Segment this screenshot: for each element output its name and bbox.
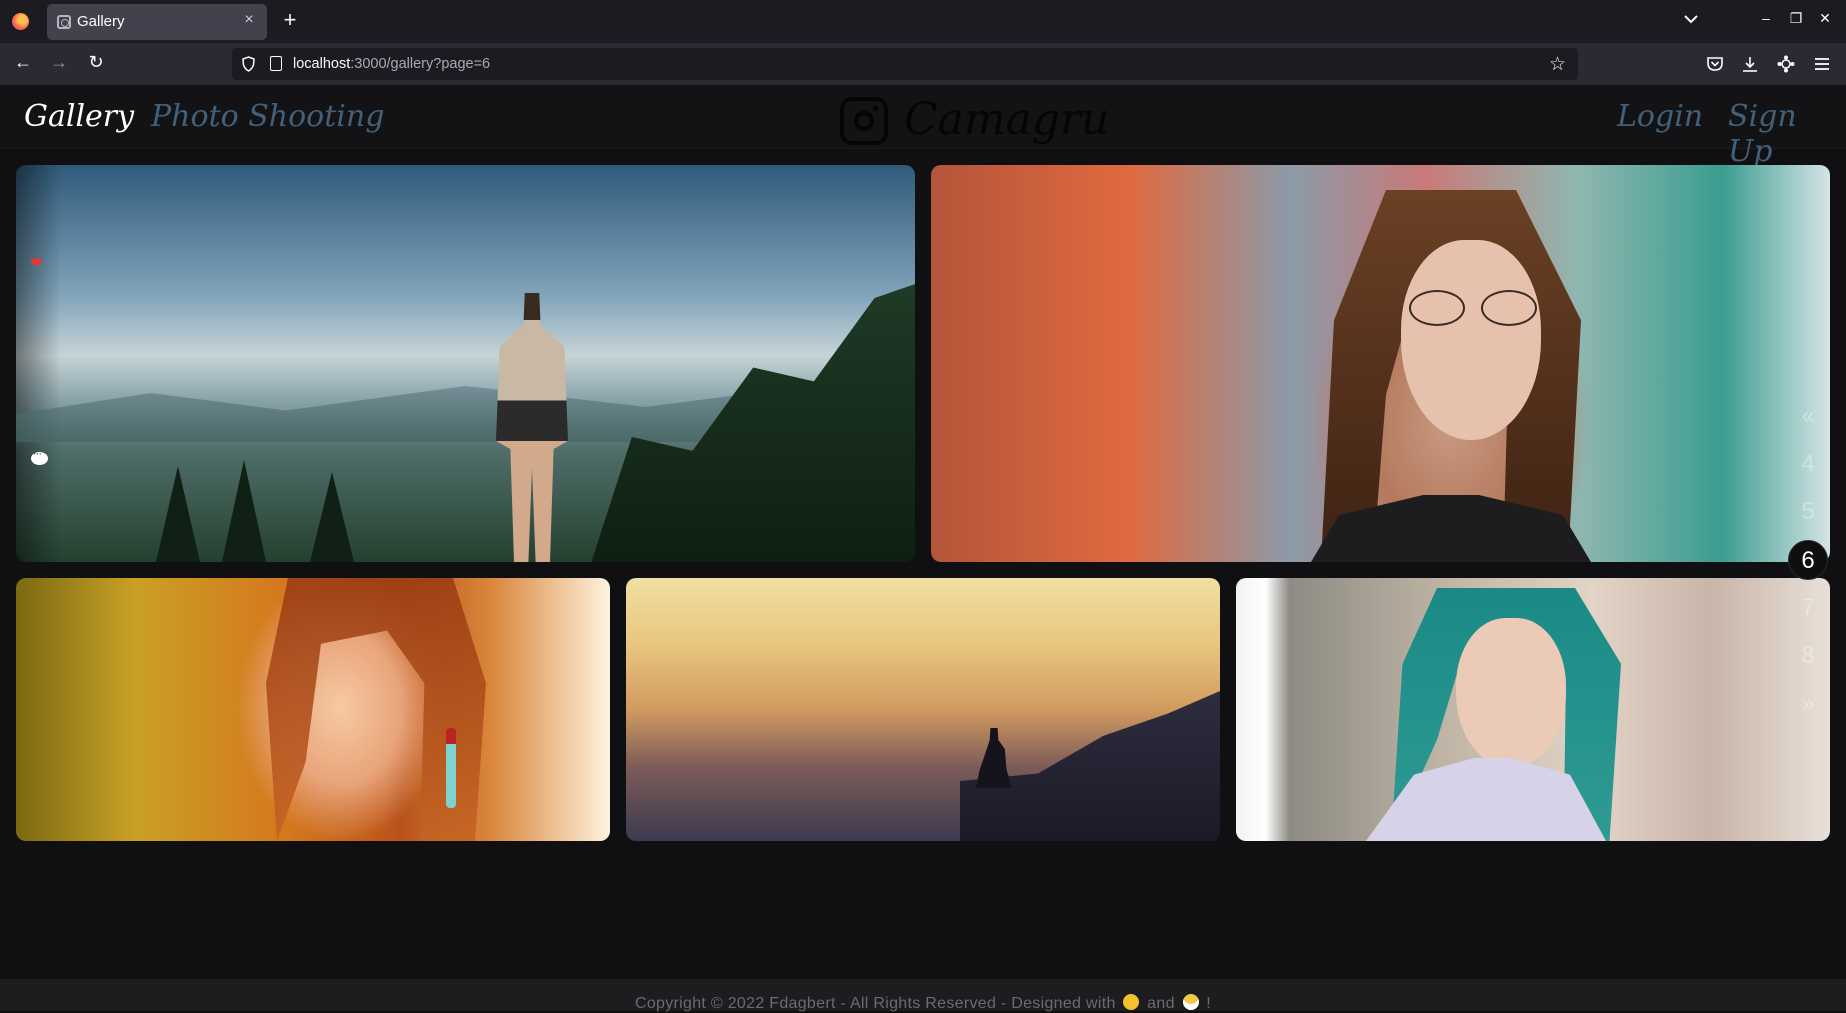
gallery-photo-woman-teal-hair[interactable]	[1236, 578, 1830, 841]
glasses	[1409, 290, 1537, 326]
earring	[446, 728, 456, 808]
camera-logo-icon	[840, 97, 888, 145]
footer-text: Copyright © 2022 Fdagbert - All Rights R…	[635, 987, 1211, 1013]
instagram-favicon-icon	[57, 15, 71, 29]
pine-trees	[156, 460, 354, 562]
pagination-next[interactable]: »	[1788, 684, 1828, 724]
tab-close-icon[interactable]: ×	[239, 11, 259, 29]
url-bar[interactable]: localhost:3000/gallery?page=6 ☆	[232, 48, 1578, 80]
url-host: localhost	[293, 56, 351, 72]
restore-icon[interactable]: ❐	[1787, 10, 1805, 27]
url-path: :3000/gallery?page=6	[350, 56, 491, 72]
window-close-icon[interactable]: ✕	[1816, 10, 1834, 27]
menu-hamburger-icon[interactable]	[1812, 54, 1832, 74]
shield-icon[interactable]	[242, 56, 255, 72]
flexed-biceps-icon	[1123, 994, 1140, 1010]
pagination-page-4[interactable]: 4	[1788, 444, 1828, 484]
gallery-photo-woman-red-hair[interactable]	[16, 578, 610, 841]
face	[1456, 618, 1566, 768]
forward-icon[interactable]: →	[46, 52, 72, 76]
page-info-icon[interactable]	[270, 56, 282, 71]
gallery-photo-sunset-cliff[interactable]	[626, 578, 1220, 841]
pagination-prev[interactable]: «	[1788, 396, 1828, 436]
browser-nav-bar: ← → ↻ localhost:3000/gallery?page=6 ☆	[0, 43, 1846, 85]
firefox-logo-icon[interactable]	[12, 13, 29, 30]
nav-link-gallery[interactable]: Gallery	[24, 99, 134, 134]
list-all-tabs-icon[interactable]	[1681, 8, 1701, 30]
pagination-page-5[interactable]: 5	[1788, 492, 1828, 532]
back-icon[interactable]: ←	[10, 52, 36, 76]
gallery-photo-hiker[interactable]: ❤	[16, 165, 915, 562]
minimize-icon[interactable]: –	[1757, 10, 1775, 26]
browser-tab-bar: Gallery × + – ❐ ✕	[0, 0, 1846, 43]
pocket-icon[interactable]	[1705, 54, 1725, 74]
bookmark-star-icon[interactable]: ☆	[1549, 53, 1566, 76]
sitting-man-silhouette	[976, 728, 1012, 788]
nav-link-signup[interactable]: Sign Up	[1728, 99, 1846, 169]
nav-link-photo-shooting[interactable]: Photo Shooting	[151, 99, 384, 134]
face-with-mask-icon	[1182, 994, 1199, 1010]
downloads-icon[interactable]	[1740, 54, 1760, 74]
face	[1401, 240, 1541, 440]
nav-link-login[interactable]: Login	[1617, 99, 1703, 134]
tab-title: Gallery	[77, 13, 125, 30]
comment-bubble-icon[interactable]	[31, 448, 48, 465]
pagination-page-7[interactable]: 7	[1788, 588, 1828, 628]
extensions-icon[interactable]	[1776, 54, 1796, 74]
site-footer: Copyright © 2022 Fdagbert - All Rights R…	[0, 979, 1846, 1013]
brand-name: Camagru	[904, 94, 1110, 145]
pagination-page-6-current[interactable]: 6	[1788, 540, 1828, 580]
footer-and: and	[1147, 995, 1175, 1012]
gallery-photo-woman-glasses[interactable]	[931, 165, 1830, 562]
url-text[interactable]: localhost:3000/gallery?page=6	[293, 56, 490, 72]
hiker-figure	[496, 293, 568, 562]
browser-tab-gallery[interactable]: Gallery ×	[47, 4, 267, 40]
pagination-page-8[interactable]: 8	[1788, 636, 1828, 676]
site-header: Gallery Photo Shooting Camagru Login Sig…	[0, 85, 1846, 169]
new-tab-icon[interactable]: +	[279, 7, 301, 33]
footer-exclaim: !	[1206, 995, 1212, 1012]
like-heart-icon[interactable]: ❤	[30, 254, 43, 272]
footer-copyright: Copyright © 2022 Fdagbert - All Rights R…	[634, 995, 1116, 1012]
reload-icon[interactable]: ↻	[83, 52, 109, 76]
